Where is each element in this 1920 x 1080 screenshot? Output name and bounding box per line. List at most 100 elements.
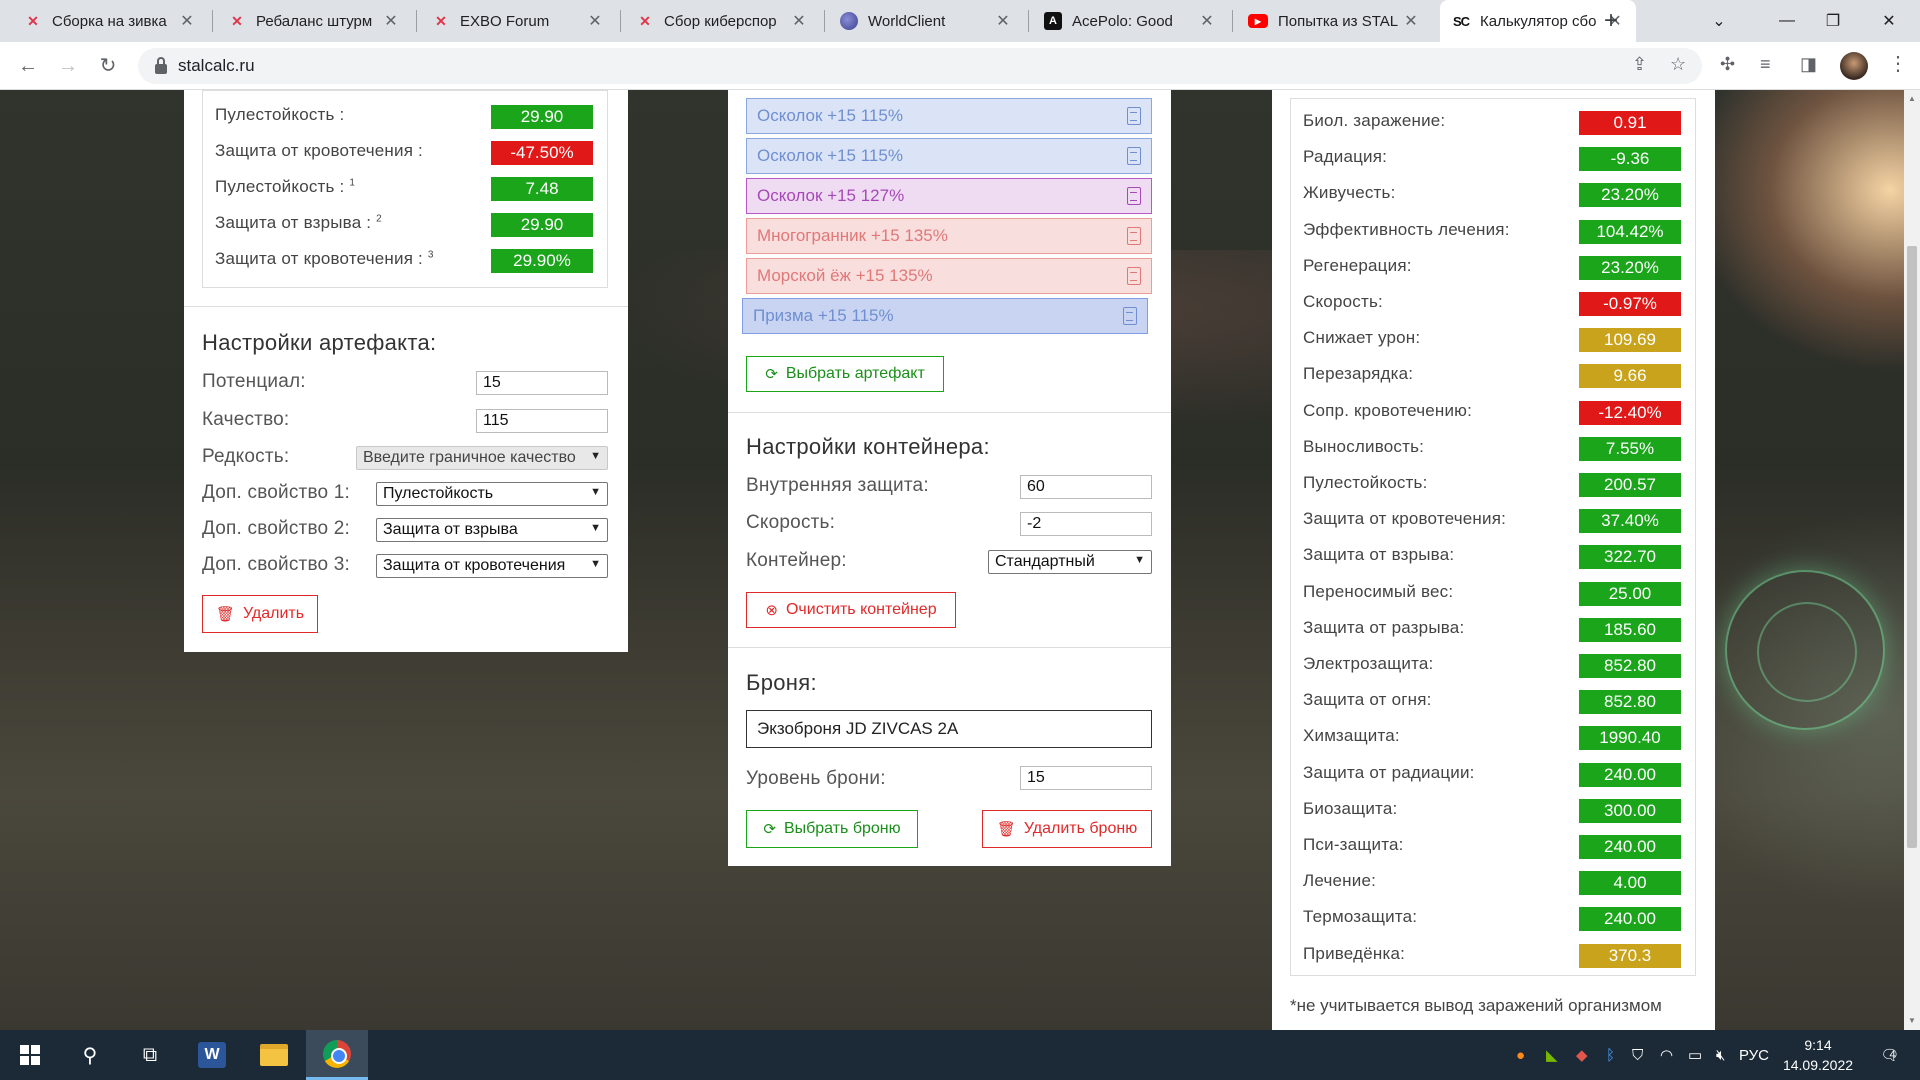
browser-tab[interactable]: Сбор киберспор ✕ (624, 0, 820, 42)
document-icon[interactable] (1127, 187, 1141, 205)
artifact-slot[interactable]: Морской ёж +15 135% (746, 258, 1152, 294)
new-tab-button[interactable]: + (1598, 8, 1624, 34)
close-tab-icon[interactable]: ✕ (1198, 11, 1216, 31)
extra-property-1-value: Пулестойкость (383, 485, 494, 502)
summary-panel: Биол. заражение: 0.91 Радиация: -9.36 Живуче… (1272, 90, 1715, 1030)
back-arrow-icon[interactable]: ← (14, 52, 42, 80)
scroll-thumb[interactable] (1907, 246, 1917, 848)
container-type-value: Стандартный (995, 553, 1095, 570)
document-icon[interactable] (1127, 227, 1141, 245)
side-panel-icon[interactable]: ◨ (1800, 54, 1817, 75)
browser-tab-label: Сборка на зивка (52, 12, 167, 30)
inner-protection-input[interactable]: 60 (1020, 475, 1152, 499)
browser-tab[interactable]: ▶ Попытка из STAL ✕ (1236, 0, 1432, 42)
browser-tab[interactable]: EXBO Forum ✕ (420, 0, 616, 42)
armor-level-input[interactable]: 15 (1020, 766, 1152, 790)
close-tab-icon[interactable]: ✕ (1402, 11, 1420, 31)
browser-tab[interactable]: Ребаланс штурм ✕ (216, 0, 412, 42)
scroll-down-icon[interactable]: ▼ (1908, 1016, 1916, 1025)
lock-icon[interactable] (154, 57, 168, 75)
reload-icon[interactable]: ↻ (94, 52, 122, 80)
minimize-button[interactable]: — (1764, 0, 1810, 42)
armor-level-label: Уровень брони: (746, 768, 886, 789)
stat-footnote-marker: 2 (376, 213, 382, 225)
document-icon[interactable] (1127, 267, 1141, 285)
battery-button[interactable]: ▭ (1688, 1030, 1702, 1080)
profile-avatar[interactable] (1840, 52, 1868, 80)
chevron-down-icon: ▼ (590, 522, 601, 534)
share-icon[interactable]: ⇪ (1632, 54, 1647, 75)
close-tab-icon[interactable]: ✕ (586, 11, 604, 31)
extra-property-1-select[interactable]: Пулестойкость ▼ (376, 482, 608, 506)
clear-container-button[interactable]: ⊗ Очистить контейнер (746, 592, 956, 628)
close-tab-icon[interactable]: ✕ (994, 11, 1012, 31)
armor-title: Броня: (746, 670, 817, 695)
chrome-app-button[interactable] (306, 1030, 368, 1080)
close-tab-icon[interactable]: ✕ (178, 11, 196, 31)
quality-input[interactable]: 115 (476, 409, 608, 433)
artifact-slot[interactable]: Осколок +15 127% (746, 178, 1152, 214)
tab-search-chevron-icon[interactable]: ⌄ (1696, 0, 1742, 42)
container-type-select[interactable]: Стандартный ▼ (988, 550, 1152, 574)
browser-menu-icon[interactable]: ⋮ (1888, 51, 1908, 76)
media-control-icon[interactable]: ≡ (1760, 54, 1771, 75)
delete-artifact-button[interactable]: 🗑 Удалить (202, 595, 318, 633)
task-view-icon[interactable]: ⧉ (126, 1030, 174, 1080)
stat-label-wrap: Защита от разрыва: (1303, 618, 1464, 638)
document-icon[interactable] (1127, 107, 1141, 125)
artifact-slot[interactable]: Многогранник +15 135% (746, 218, 1152, 254)
bookmark-star-icon[interactable]: ☆ (1670, 54, 1686, 75)
tray-icon-1[interactable]: ● (1516, 1030, 1525, 1080)
potential-input[interactable]: 15 (476, 371, 608, 395)
network-button[interactable]: ◠ (1660, 1030, 1673, 1080)
search-icon[interactable]: ⚲ (66, 1030, 114, 1080)
notifications-button[interactable]: 🗨︎ 4 (1868, 1030, 1908, 1080)
extensions-puzzle-icon[interactable]: ✣ (1720, 54, 1735, 75)
extra-property-3-select[interactable]: Защита от кровотечения ▼ (376, 554, 608, 578)
forward-arrow-icon[interactable]: → (54, 52, 82, 80)
scroll-up-icon[interactable]: ▲ (1908, 94, 1916, 103)
browser-tab[interactable]: WorldClient ✕ (828, 0, 1024, 42)
choose-armor-button[interactable]: ⟳ Выбрать броню (746, 810, 918, 848)
armor-name-field[interactable]: Экзоброня JD ZIVCAS 2A (746, 710, 1152, 748)
stat-row: Пулестойкость : 29.90 (203, 99, 607, 135)
artifact-slot[interactable]: Осколок +15 115% (746, 98, 1152, 134)
artifact-slot[interactable]: Призма +15 115% (742, 298, 1148, 334)
tray-icon-4[interactable]: ᛒ (1606, 1030, 1615, 1080)
address-bar[interactable]: stalcalc.ru ⇪ ☆ (138, 48, 1702, 84)
chevron-down-icon: ▼ (590, 558, 601, 570)
language-indicator[interactable]: РУС (1734, 1030, 1774, 1080)
delete-armor-button[interactable]: 🗑 Удалить броню (982, 810, 1152, 848)
extra-property-2-select[interactable]: Защита от взрыва ▼ (376, 518, 608, 542)
start-button[interactable] (6, 1030, 54, 1080)
security-icon: ⛉ (1632, 1046, 1644, 1064)
page-scrollbar[interactable]: ▲ ▼ (1904, 90, 1920, 1030)
stat-row: Приведёнка: 370.3 (1291, 938, 1695, 974)
document-icon[interactable] (1127, 147, 1141, 165)
close-tab-icon[interactable]: ✕ (790, 11, 808, 31)
stat-value: 23.20% (1579, 183, 1681, 208)
choose-artifact-button[interactable]: ⟳ Выбрать артефакт (746, 356, 944, 392)
document-icon[interactable] (1123, 307, 1137, 325)
browser-tab[interactable]: A AcePolo: Good ✕ (1032, 0, 1228, 42)
maximize-button[interactable]: ❐ (1810, 0, 1856, 42)
clock[interactable]: 9:14 14.09.2022 (1776, 1035, 1860, 1075)
tab-separator (1028, 10, 1029, 32)
word-app-button[interactable]: W (188, 1030, 236, 1080)
rarity-select[interactable]: Введите граничное качество ▼ (356, 446, 608, 470)
tray-icon-3[interactable]: ◆ (1576, 1030, 1588, 1080)
stat-row: Эффективность лечения: 104.42% (1291, 214, 1695, 250)
container-speed-input[interactable]: -2 (1020, 512, 1152, 536)
file-explorer-button[interactable] (250, 1030, 298, 1080)
artifact-slot[interactable]: Осколок +15 115% (746, 138, 1152, 174)
close-window-button[interactable]: ✕ (1866, 0, 1912, 42)
tray-icon-2[interactable]: ◣ (1546, 1030, 1558, 1080)
close-tab-icon[interactable]: ✕ (382, 11, 400, 31)
refresh-icon: ⟳ (765, 366, 778, 383)
stat-value: 185.60 (1579, 617, 1681, 642)
tray-icon-5[interactable]: ⛉ (1632, 1030, 1643, 1080)
stat-label-wrap: Защита от взрыва : 2 (215, 213, 382, 233)
browser-tab[interactable]: Сборка на зивка ✕ (12, 0, 208, 42)
stat-value: 7.55% (1579, 436, 1681, 461)
volume-button[interactable]: 🔇︎ (1716, 1030, 1725, 1080)
